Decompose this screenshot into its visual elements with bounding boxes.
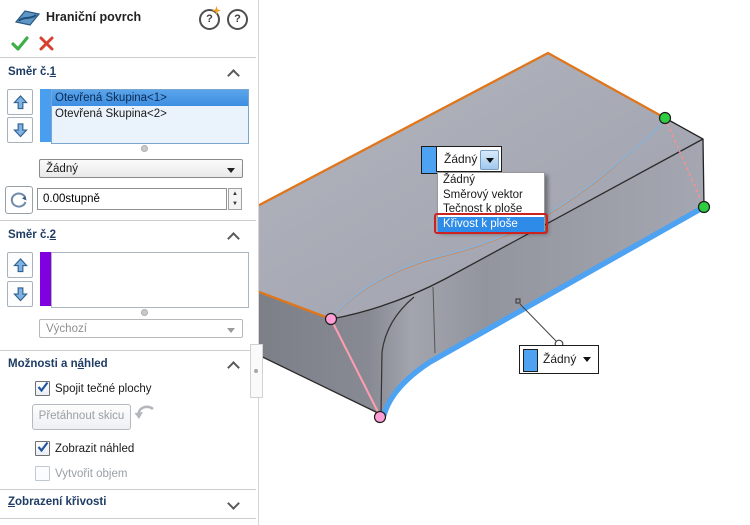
divider xyxy=(0,489,256,490)
move-down-button-dir2[interactable] xyxy=(7,281,33,307)
checkbox-show-preview[interactable] xyxy=(35,441,50,456)
chevron-up-icon[interactable] xyxy=(227,69,240,82)
whats-new-help-icon[interactable]: ? xyxy=(199,6,221,30)
chevron-down-icon xyxy=(485,157,494,163)
undo-icon[interactable] xyxy=(133,402,157,422)
draft-angle-field-wrap xyxy=(37,188,227,210)
move-up-button-dir1[interactable] xyxy=(7,89,33,115)
chevron-up-icon[interactable] xyxy=(227,361,240,374)
list-item[interactable]: Otevřená Skupina<2> xyxy=(52,106,248,122)
move-up-button-dir2[interactable] xyxy=(7,252,33,278)
selection-color-strip-dir1 xyxy=(40,89,51,142)
boundary-surface-icon xyxy=(14,10,41,26)
tangency-combo-bottom[interactable]: Žádný xyxy=(519,345,599,374)
vertex-handle-pink[interactable] xyxy=(324,312,338,326)
tangency-type-combo-dir1-value: Žádný xyxy=(46,163,78,175)
arrow-up-icon xyxy=(12,94,28,109)
section-header-options[interactable]: Možnosti a náhled xyxy=(8,358,108,370)
chevron-down-icon xyxy=(227,168,235,173)
leader-line xyxy=(519,303,557,342)
vertex-handle-green[interactable] xyxy=(697,200,711,214)
dropdown-option-none[interactable]: Žádný xyxy=(438,173,544,188)
checkbox-label[interactable]: Zobrazit náhled xyxy=(55,442,134,456)
rotate-angle-icon xyxy=(10,192,27,208)
spinner-up-icon[interactable]: ▲ xyxy=(229,189,241,199)
section-header-direction2[interactable]: Směr č.2 xyxy=(8,229,56,241)
selection-color-strip-dir2 xyxy=(40,252,51,306)
chevron-down-icon xyxy=(583,357,591,362)
divider xyxy=(0,518,256,519)
section-header-direction1[interactable]: Směr č.1 xyxy=(8,66,56,78)
arrow-down-icon xyxy=(12,286,28,301)
draft-angle-input[interactable] xyxy=(38,189,226,209)
checkbox-label: Vytvořit objem xyxy=(55,468,128,480)
dropdown-option-direction-vector[interactable]: Směrový vektor xyxy=(438,188,544,203)
section-header-curvature-display[interactable]: Zobrazení křivosti xyxy=(8,496,106,508)
move-down-button-dir1[interactable] xyxy=(7,117,33,143)
draft-angle-spinner[interactable]: ▲ ▼ xyxy=(228,188,242,210)
star-icon xyxy=(212,6,221,15)
ok-button[interactable] xyxy=(10,34,30,53)
tangency-combo-top-value: Žádný xyxy=(444,152,478,166)
draft-angle-icon-button xyxy=(5,186,33,214)
splitter-grip-dot xyxy=(254,369,258,373)
list-resize-grip[interactable] xyxy=(141,145,148,152)
check-icon xyxy=(37,441,49,453)
page-title: Hraniční povrch xyxy=(46,10,142,24)
tangency-type-combo-dir2[interactable]: Výchozí xyxy=(39,319,243,338)
divider xyxy=(0,350,256,351)
vertex-handle-pink[interactable] xyxy=(373,410,387,424)
tangency-swatch-bottom xyxy=(523,349,538,372)
tangency-type-combo-dir1[interactable]: Žádný xyxy=(39,159,243,178)
arrow-up-icon xyxy=(12,257,28,272)
chevron-up-icon[interactable] xyxy=(227,232,240,245)
cancel-button[interactable] xyxy=(38,35,55,52)
divider xyxy=(0,57,256,58)
curve-list-dir1[interactable]: Otevřená Skupina<1> Otevřená Skupina<2> xyxy=(51,89,249,144)
curve-list-dir2[interactable] xyxy=(51,252,249,308)
tangency-combo-top-dropdown-button[interactable] xyxy=(480,150,499,170)
list-item[interactable]: Otevřená Skupina<1> xyxy=(52,90,248,106)
drag-sketch-button[interactable]: Přetáhnout skicu xyxy=(32,404,131,430)
tangency-combo-top[interactable]: Žádný xyxy=(436,146,502,172)
chevron-down-icon[interactable] xyxy=(227,497,240,510)
spinner-down-icon[interactable]: ▼ xyxy=(229,199,241,209)
checkbox-create-solid[interactable] xyxy=(35,466,50,481)
list-resize-grip[interactable] xyxy=(141,309,148,316)
red-highlight-annotation xyxy=(434,213,548,234)
tangency-combo-bottom-value: Žádný xyxy=(543,352,577,366)
tangency-type-combo-dir2-value: Výchozí xyxy=(46,323,87,335)
chevron-down-icon xyxy=(227,328,235,333)
divider xyxy=(0,220,256,221)
check-icon xyxy=(37,381,49,393)
arrow-down-icon xyxy=(12,122,28,137)
property-manager-panel: Hraniční povrch ? ? Směr č.1 Otevřená Sk… xyxy=(0,0,259,525)
checkbox-label[interactable]: Spojit tečné plochy xyxy=(55,382,152,396)
panel-splitter-handle[interactable] xyxy=(250,344,263,398)
help-icon[interactable]: ? xyxy=(227,9,248,30)
checkbox-merge-tangent-faces[interactable] xyxy=(35,381,50,396)
vertex-handle-green[interactable] xyxy=(658,111,672,125)
solidworks-boundary-surface-screen: { "panel": { "title": "Hraniční povrch",… xyxy=(0,0,750,525)
